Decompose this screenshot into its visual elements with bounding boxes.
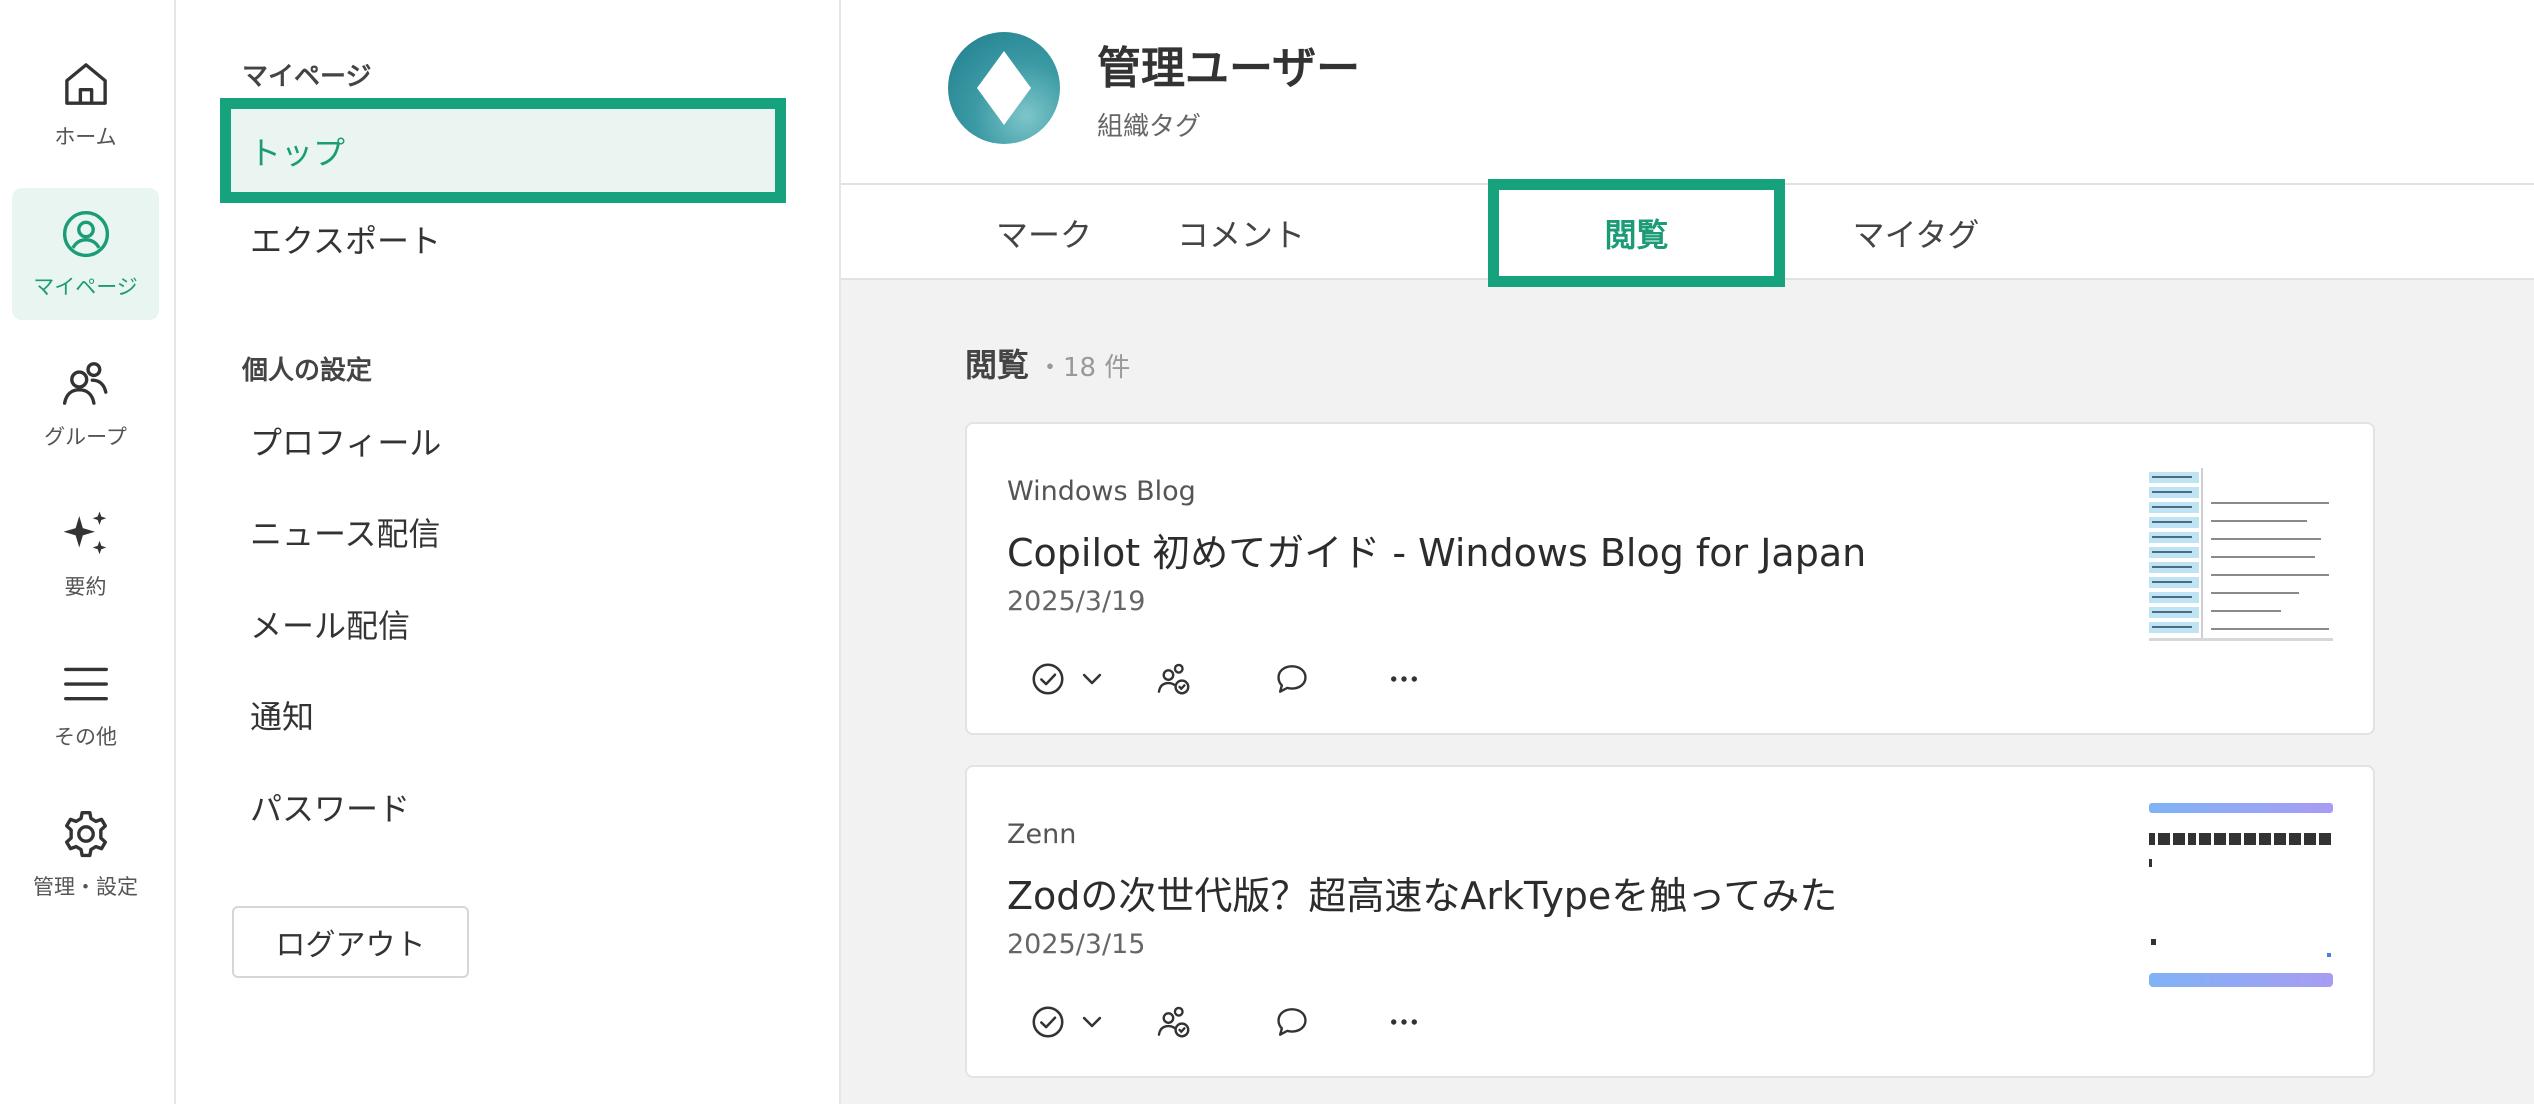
rail-label-home: ホーム	[54, 125, 117, 149]
group-share-icon	[1157, 663, 1190, 695]
gear-icon	[64, 810, 107, 858]
group-icon	[62, 362, 107, 405]
share-to-group-button[interactable]	[1151, 999, 1197, 1045]
article-card[interactable]: Windows Blog Copilot 初めてガイド - Windows Bl…	[965, 422, 2375, 735]
group-share-icon	[1157, 1006, 1190, 1038]
check-circle-icon	[1032, 663, 1064, 695]
organization-tag: 組織タグ	[1097, 112, 1202, 142]
section-title-text: 閲覧	[965, 346, 1030, 384]
sparkle-icon	[63, 511, 106, 555]
mark-button[interactable]	[1025, 999, 1071, 1045]
profile-header: 管理ユーザー 組織タグ	[841, 0, 2534, 185]
mypage-menu: マイページ トップ エクスポート 個人の設定 プロフィール ニュース配信 メール…	[176, 0, 841, 1104]
more-options-button[interactable]	[1381, 656, 1427, 702]
article-date: 2025/3/15	[1007, 929, 1146, 960]
menu-item-label: パスワード	[250, 790, 411, 828]
thumbnail-image	[2149, 460, 2333, 644]
ellipsis-icon	[1391, 676, 1417, 682]
section-title: 閲覧 ・18 件	[965, 340, 1130, 386]
rail-label-group: グループ	[44, 425, 127, 449]
comment-bubble-icon	[1277, 1008, 1307, 1036]
article-title[interactable]: Zodの次世代版？超高速なArkTypeを触ってみた	[1007, 865, 1837, 920]
mark-button[interactable]	[1025, 656, 1071, 702]
ellipsis-icon	[1391, 1019, 1417, 1025]
home-icon	[64, 63, 107, 105]
rail-item-admin-settings[interactable]: 管理・設定	[12, 788, 159, 920]
item-count: ・18 件	[1037, 353, 1131, 383]
rail-label-mypage: マイページ	[33, 275, 138, 299]
menu-item-label: エクスポート	[250, 222, 442, 260]
article-date: 2025/3/19	[1007, 586, 1146, 617]
tab-label: 閲覧	[1604, 216, 1669, 254]
tab-mark[interactable]: マーク	[961, 185, 1127, 280]
menu-heading-personal-settings: 個人の設定	[242, 356, 373, 386]
avatar	[948, 32, 1060, 144]
logout-button[interactable]: ログアウト	[232, 906, 469, 978]
menu-item-label: 通知	[250, 698, 315, 736]
article-title[interactable]: Copilot 初めてガイド - Windows Blog for Japan	[1007, 522, 1866, 577]
tab-label: マイタグ	[1852, 215, 1980, 254]
article-thumbnail[interactable]	[2149, 803, 2333, 987]
rail-item-summary[interactable]: 要約	[12, 488, 159, 620]
comment-bubble-icon	[1277, 665, 1307, 693]
menu-icon	[63, 667, 108, 701]
chevron-down-icon	[1082, 673, 1102, 685]
tab-label: マーク	[995, 215, 1092, 254]
chevron-down-icon	[1082, 1016, 1102, 1028]
content-tabs: マーク コメント 閲覧 マイタグ	[841, 179, 2534, 287]
mark-options-dropdown[interactable]	[1069, 656, 1115, 702]
share-to-group-button[interactable]	[1151, 656, 1197, 702]
menu-item-profile[interactable]: プロフィール	[220, 394, 780, 488]
mark-options-dropdown[interactable]	[1069, 999, 1115, 1045]
article-thumbnail[interactable]	[2149, 460, 2333, 644]
menu-item-mail-delivery[interactable]: メール配信	[220, 577, 780, 671]
rail-item-home[interactable]: ホーム	[12, 38, 159, 170]
profile-name: 管理ユーザー	[1097, 43, 1361, 94]
menu-item-export[interactable]: エクスポート	[220, 192, 780, 286]
menu-item-label: トップ	[249, 133, 346, 172]
article-source: Windows Blog	[1007, 476, 1196, 507]
menu-item-label: ニュース配信	[250, 515, 441, 553]
menu-item-notifications[interactable]: 通知	[220, 668, 780, 762]
rail-item-more[interactable]: その他	[12, 638, 159, 770]
icon-rail: ホーム マイページ グループ 要約 その他 管理・設定	[0, 0, 176, 1104]
rail-label-admin-settings: 管理・設定	[33, 875, 138, 899]
tab-browse[interactable]: 閲覧	[1488, 179, 1785, 287]
main-content: 管理ユーザー 組織タグ マーク コメント 閲覧 マイタグ 閲覧 ・18 件 Win…	[841, 0, 2534, 1104]
tab-label: コメント	[1176, 215, 1305, 254]
user-circle-icon	[62, 210, 109, 258]
comment-button[interactable]	[1269, 999, 1315, 1045]
menu-item-label: プロフィール	[250, 424, 442, 462]
rail-item-group[interactable]: グループ	[12, 338, 159, 470]
thumbnail-image	[2149, 803, 2333, 987]
article-source: Zenn	[1007, 819, 1077, 850]
menu-item-news-delivery[interactable]: ニュース配信	[220, 485, 780, 579]
article-card[interactable]: Zenn Zodの次世代版？超高速なArkTypeを触ってみた 2025/3/1…	[965, 765, 2375, 1078]
menu-item-top[interactable]: トップ	[220, 98, 786, 203]
menu-item-password[interactable]: パスワード	[220, 760, 780, 854]
menu-heading-mypage: マイページ	[242, 62, 372, 92]
rail-label-more: その他	[54, 725, 117, 749]
more-options-button[interactable]	[1381, 999, 1427, 1045]
diamond-logo-icon	[977, 51, 1031, 125]
tab-my-tags[interactable]: マイタグ	[1821, 185, 2011, 280]
menu-item-label: メール配信	[250, 607, 411, 645]
check-circle-icon	[1032, 1006, 1064, 1038]
app-window: ホーム マイページ グループ 要約 その他 管理・設定 マイページ トップ エク…	[0, 0, 2534, 1104]
tab-comment[interactable]: コメント	[1141, 185, 1341, 280]
rail-label-summary: 要約	[64, 575, 107, 599]
comment-button[interactable]	[1269, 656, 1315, 702]
rail-item-mypage[interactable]: マイページ	[12, 188, 159, 320]
